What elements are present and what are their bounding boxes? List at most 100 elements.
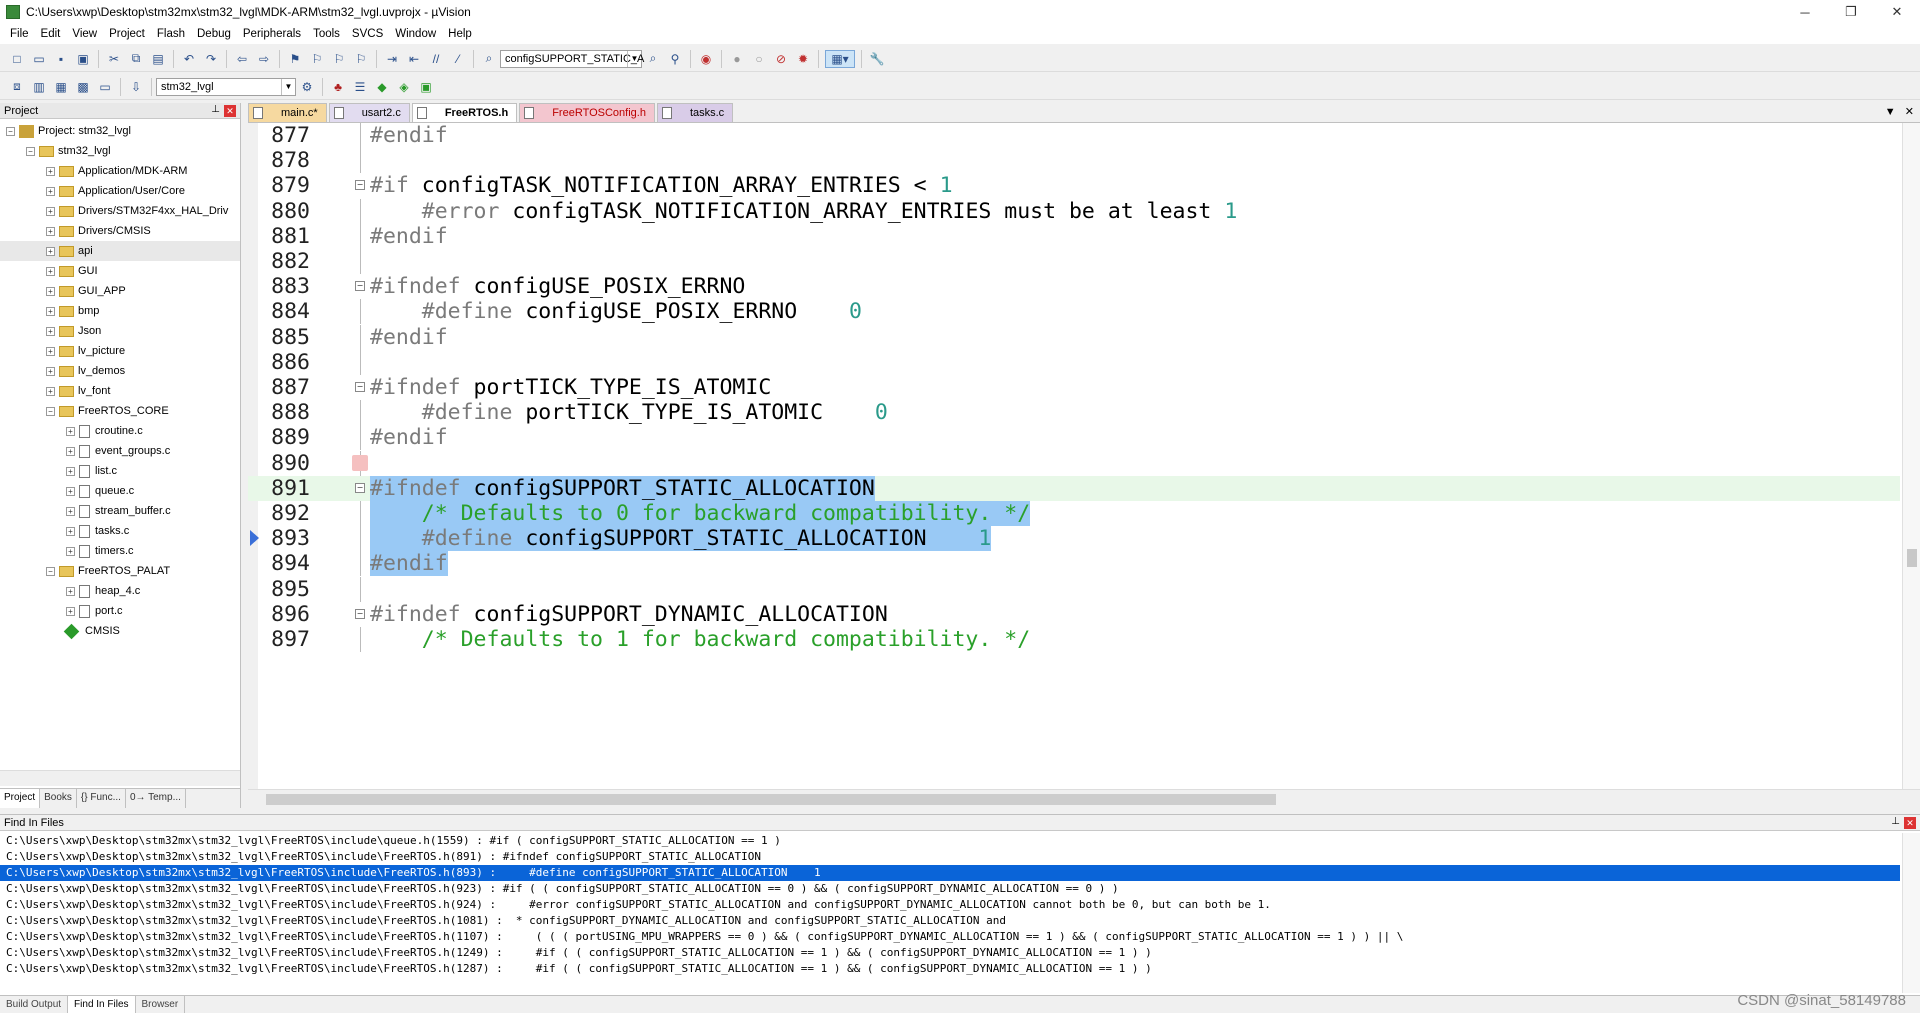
find-result-row[interactable]: C:\Users\xwp\Desktop\stm32mx\stm32_lvgl\… <box>0 849 1900 865</box>
project-panel-tab[interactable]: Books <box>40 789 77 808</box>
kill-breakpoints-icon[interactable]: ✹ <box>794 50 812 68</box>
find-result-row[interactable]: C:\Users\xwp\Desktop\stm32mx\stm32_lvgl\… <box>0 945 1900 961</box>
tree-group[interactable]: − FreeRTOS_CORE <box>0 401 240 421</box>
menu-project[interactable]: Project <box>103 28 151 40</box>
menu-peripherals[interactable]: Peripherals <box>237 28 307 40</box>
close-window-button[interactable]: ✕ <box>1874 0 1920 24</box>
tree-group[interactable]: + bmp <box>0 301 240 321</box>
incremental-find-icon[interactable]: ⚲ <box>666 50 684 68</box>
code-line[interactable]: 896 − #ifndef configSUPPORT_DYNAMIC_ALLOCA… <box>248 602 1900 627</box>
output-tab[interactable]: Browser <box>136 996 186 1013</box>
find-vertical-scrollbar[interactable] <box>1902 833 1920 993</box>
find-combo[interactable]: configSUPPORT_STATIC_A ▼ <box>500 49 644 68</box>
fold-toggle[interactable]: − <box>355 602 367 627</box>
tree-file[interactable]: + event_groups.c <box>0 441 240 461</box>
find-result-row[interactable]: C:\Users\xwp\Desktop\stm32mx\stm32_lvgl\… <box>0 881 1900 897</box>
tree-group[interactable]: + GUI_APP <box>0 281 240 301</box>
find-icon[interactable]: ⌕ <box>644 50 662 68</box>
menu-debug[interactable]: Debug <box>191 28 237 40</box>
pin-icon[interactable]: ⊥ <box>1891 816 1900 827</box>
code-line[interactable]: 893 #define configSUPPORT_STATIC_ALLOCAT… <box>248 526 1900 552</box>
scroll-thumb[interactable] <box>266 794 1276 805</box>
expand-icon[interactable]: + <box>66 526 75 536</box>
find-in-files-icon[interactable]: ⌕ <box>480 50 498 68</box>
code-line[interactable]: 889 #endif <box>248 425 1900 451</box>
editor-vertical-scrollbar[interactable] <box>1902 123 1920 789</box>
tree-group[interactable]: + Application/User/Core <box>0 181 240 201</box>
paste-icon[interactable]: ▤ <box>149 50 167 68</box>
expand-icon[interactable]: + <box>46 246 55 256</box>
code-area[interactable]: 877 #endif 878 879− #if configTASK_NOTIFICAT… <box>248 123 1900 789</box>
find-result-row[interactable]: C:\Users\xwp\Desktop\stm32mx\stm32_lvgl\… <box>0 833 1900 849</box>
tree-group[interactable]: + lv_picture <box>0 341 240 361</box>
expand-icon[interactable]: + <box>46 326 55 336</box>
expand-icon[interactable]: + <box>66 546 75 556</box>
copy-icon[interactable]: ⧉ <box>127 50 145 68</box>
cut-icon[interactable]: ✂ <box>105 50 123 68</box>
menu-edit[interactable]: Edit <box>35 28 67 40</box>
code-line[interactable]: 884 #define configUSE_POSIX_ERRNO 0 <box>248 299 1900 325</box>
find-result-row[interactable]: C:\Users\xwp\Desktop\stm32mx\stm32_lvgl\… <box>0 897 1900 913</box>
expand-icon[interactable]: + <box>46 186 55 196</box>
code-line[interactable]: 879 − #if configTASK_NOTIFICATION_ARRAY_EN… <box>248 173 1900 198</box>
editor-tab[interactable]: FreeRTOSConfig.h <box>519 103 655 122</box>
pack-installer-icon[interactable]: ◈ <box>395 78 413 96</box>
indent-icon[interactable]: ⇥ <box>383 50 401 68</box>
code-line[interactable]: 895 <box>248 576 1900 602</box>
expand-icon[interactable]: + <box>66 606 75 616</box>
project-panel-tab[interactable]: {} Func... <box>77 789 126 808</box>
code-line[interactable]: 885 #endif <box>248 324 1900 350</box>
menu-view[interactable]: View <box>66 28 103 40</box>
menu-tools[interactable]: Tools <box>307 28 346 40</box>
insert-breakpoint-icon[interactable]: ● <box>728 50 746 68</box>
find-result-row[interactable]: C:\Users\xwp\Desktop\stm32mx\stm32_lvgl\… <box>0 961 1900 977</box>
code-line[interactable]: 887 − #ifndef portTICK_TYPE_IS_ATOMIC <box>248 375 1900 400</box>
stop-build-icon[interactable]: ▭ <box>96 78 114 96</box>
collapse-icon[interactable]: − <box>355 382 365 392</box>
collapse-icon[interactable]: − <box>355 482 365 493</box>
expand-icon[interactable]: + <box>46 366 55 376</box>
minimize-button[interactable]: ─ <box>1782 0 1828 24</box>
editor-horizontal-scrollbar[interactable] <box>248 789 1920 808</box>
close-icon[interactable]: ✕ <box>1904 817 1916 829</box>
undo-icon[interactable]: ↶ <box>180 50 198 68</box>
code-line[interactable]: 888 #define portTICK_TYPE_IS_ATOMIC 0 <box>248 400 1900 426</box>
tree-file[interactable]: + croutine.c <box>0 421 240 441</box>
find-result-row[interactable]: C:\Users\xwp\Desktop\stm32mx\stm32_lvgl\… <box>0 865 1900 881</box>
tree-group[interactable]: + Drivers/CMSIS <box>0 221 240 241</box>
unindent-icon[interactable]: ⇤ <box>405 50 423 68</box>
clear-bookmarks-icon[interactable]: ⚐ <box>352 50 370 68</box>
collapse-icon[interactable]: − <box>6 126 15 136</box>
tree-group[interactable]: + lv_font <box>0 381 240 401</box>
tree-file[interactable]: + list.c <box>0 461 240 481</box>
menu-file[interactable]: File <box>4 28 35 40</box>
open-file-icon[interactable]: ▭ <box>30 50 48 68</box>
nav-back-icon[interactable]: ⇦ <box>233 50 251 68</box>
scroll-thumb[interactable] <box>1907 549 1917 567</box>
menu-svcs[interactable]: SVCS <box>346 28 389 40</box>
collapse-icon[interactable]: − <box>46 406 55 416</box>
tree-file[interactable]: + port.c <box>0 601 240 621</box>
save-all-icon[interactable]: ▣ <box>74 50 92 68</box>
project-panel-tab[interactable]: 0→ Temp... <box>126 789 186 808</box>
tree-group-freertos-palat[interactable]: − FreeRTOS_PALAT <box>0 561 240 581</box>
tree-file[interactable]: + stream_buffer.c <box>0 501 240 521</box>
tree-file[interactable]: + tasks.c <box>0 521 240 541</box>
tree-group[interactable]: + Drivers/STM32F4xx_HAL_Driv <box>0 201 240 221</box>
chevron-down-icon[interactable]: ▼ <box>627 50 641 67</box>
comment-icon[interactable]: // <box>427 50 445 68</box>
search-marker-icon[interactable] <box>352 454 368 471</box>
tree-root[interactable]: − Project: stm32_lvgl <box>0 121 240 141</box>
tree-cmsis[interactable]: CMSIS <box>0 621 240 641</box>
tree-group[interactable]: + Json <box>0 321 240 341</box>
collapse-icon[interactable]: − <box>355 608 365 619</box>
save-icon[interactable]: ▪ <box>52 50 70 68</box>
find-result-row[interactable]: C:\Users\xwp\Desktop\stm32mx\stm32_lvgl\… <box>0 913 1900 929</box>
menu-help[interactable]: Help <box>442 28 478 40</box>
file-extensions-icon[interactable]: ☰ <box>351 78 369 96</box>
download-icon[interactable]: ⇩ <box>127 78 145 96</box>
output-tab[interactable]: Build Output <box>0 996 69 1013</box>
fold-toggle[interactable]: − <box>355 476 367 501</box>
project-horizontal-scrollbar[interactable] <box>0 770 240 786</box>
translate-icon[interactable]: ⧈ <box>8 78 26 96</box>
